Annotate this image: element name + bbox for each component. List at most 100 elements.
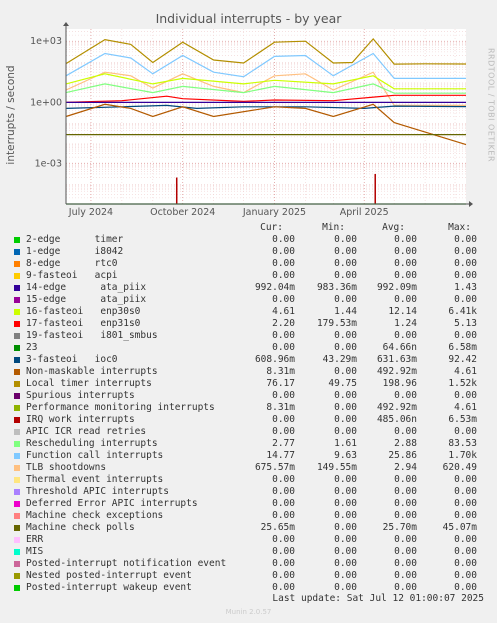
legend-row: 23 0.00 0.00 64.66n 6.58m [0,342,497,354]
legend-cur: 0.00 [272,534,295,545]
legend-avg: 2.88 [394,438,417,449]
legend-row: 14-edge ata_piix 992.04m 983.36m 992.09m 1.4… [0,282,497,294]
legend-swatch [14,453,20,459]
legend-cur: 0.00 [272,570,295,581]
legend-row: Non-maskable interrupts 8.31m 0.00 492.92m 4… [0,366,497,378]
legend-cur: 25.65m [260,522,295,533]
legend-cur: 4.61 [272,306,295,317]
legend-min: 49.75 [328,378,357,389]
legend-name: 1-edge i8042 [26,246,124,257]
legend-cur: 0.00 [272,258,295,269]
x-tick-label: April 2025 [340,207,389,218]
legend-min: 43.29m [322,354,357,365]
last-update: Last update: Sat Jul 12 01:00:07 2025 [272,593,484,604]
legend-name: Function call interrupts [26,450,164,461]
legend-name: Performance monitoring interrupts [26,402,215,413]
legend-avg: 0.00 [394,570,417,581]
legend-avg: 1.24 [394,318,417,329]
legend-name: Thermal event interrupts [26,474,164,485]
legend-row: 17-fasteoi enp31s0 2.20 179.53m 1.24 5.13 [0,318,497,330]
legend-name: TLB shootdowns [26,462,107,473]
legend-max: 0.00 [454,546,477,557]
header-cur: Cur: [260,222,283,233]
legend-min: 9.63 [334,450,357,461]
legend-min: 0.00 [334,486,357,497]
legend-name: 9-fasteoi acpi [26,270,118,281]
legend-avg: 0.00 [394,546,417,557]
legend-name: 3-fasteoi ioc0 [26,354,118,365]
legend-name: Posted-interrupt notification event [26,558,227,569]
x-axis-arrow [469,201,473,207]
legend-name: 2-edge timer [26,234,124,245]
legend-max: 0.00 [454,534,477,545]
y-tick-label: 1e-03 [35,158,62,169]
legend-cur: 0.00 [272,558,295,569]
legend-swatch [14,429,20,435]
legend-avg: 0.00 [394,246,417,257]
legend-max: 0.00 [454,570,477,581]
legend-swatch [14,393,20,399]
legend-name: Nested posted-interrupt event [26,570,192,581]
legend-min: 0.00 [334,342,357,353]
legend-swatch [14,357,20,363]
legend-avg: 0.00 [394,534,417,545]
legend-cur: 608.96m [254,354,295,365]
legend-swatch [14,477,20,483]
legend-swatch [14,465,20,471]
legend-max: 0.00 [454,510,477,521]
legend-cur: 675.57m [254,462,295,473]
legend-name: APIC ICR read retries [26,426,147,437]
legend-min: 1.61 [334,438,357,449]
legend-row: Local timer interrupts 76.17 49.75 198.96 1.… [0,378,497,390]
legend-row: Rescheduling interrupts 2.77 1.61 2.88 83.53 [0,438,497,450]
legend-name: 15-edge ata_piix [26,294,147,305]
legend-row: Performance monitoring interrupts 8.31m 0.… [0,402,497,414]
legend-max: 0.00 [454,426,477,437]
legend-name: 8-edge rtc0 [26,258,118,269]
legend-avg: 492.92m [376,402,417,413]
legend-swatch [14,417,20,423]
legend-swatch [14,501,20,507]
legend-cur: 0.00 [272,330,295,341]
legend-swatch [14,549,20,555]
legend-avg: 492.92m [376,366,417,377]
legend-row: APIC ICR read retries 0.00 0.00 0.00 0.00 [0,426,497,438]
legend-cur: 14.77 [266,450,295,461]
legend-min: 0.00 [334,234,357,245]
legend-name: 17-fasteoi enp31s0 [26,318,141,329]
legend-name: Threshold APIC interrupts [26,486,169,497]
legend-avg: 25.70m [382,522,417,533]
interrupts-chart: 1e-03 1e+00 1e+03 July 2024 October 2024 Janu… [30,22,473,218]
legend-max: 0.00 [454,294,477,305]
legend-max: 620.49 [442,462,477,473]
legend-name: Deferred Error APIC interrupts [26,498,198,509]
legend-max: 0.00 [454,558,477,569]
legend-min: 0.00 [334,366,357,377]
legend-min: 0.00 [334,498,357,509]
legend-swatch [14,405,20,411]
legend-avg: 0.00 [394,294,417,305]
legend-max: 5.13 [454,318,477,329]
x-tick-label: October 2024 [150,207,215,218]
legend-cur: 0.00 [272,546,295,557]
header-avg: Avg: [382,222,405,233]
x-tick-label: January 2025 [242,207,306,218]
legend-row: Threshold APIC interrupts 0.00 0.00 0.00 0.0… [0,486,497,498]
legend-min: 0.00 [334,294,357,305]
legend-swatch [14,345,20,351]
legend-swatch [14,285,20,291]
legend-cur: 0.00 [272,498,295,509]
legend-max: 0.00 [454,498,477,509]
legend-max: 0.00 [454,258,477,269]
legend-swatch [14,333,20,339]
legend-min: 0.00 [334,270,357,281]
legend-row: Function call interrupts 14.77 9.63 25.86 1.… [0,450,497,462]
legend-avg: 12.14 [388,306,417,317]
y-tick-label: 1e+03 [30,36,62,47]
legend-max: 92.42 [448,354,477,365]
legend-name: 23 [26,342,38,353]
legend-swatch [14,321,20,327]
legend-cur: 0.00 [272,486,295,497]
legend-name: 14-edge ata_piix [26,282,147,293]
legend-cur: 8.31m [266,402,295,413]
